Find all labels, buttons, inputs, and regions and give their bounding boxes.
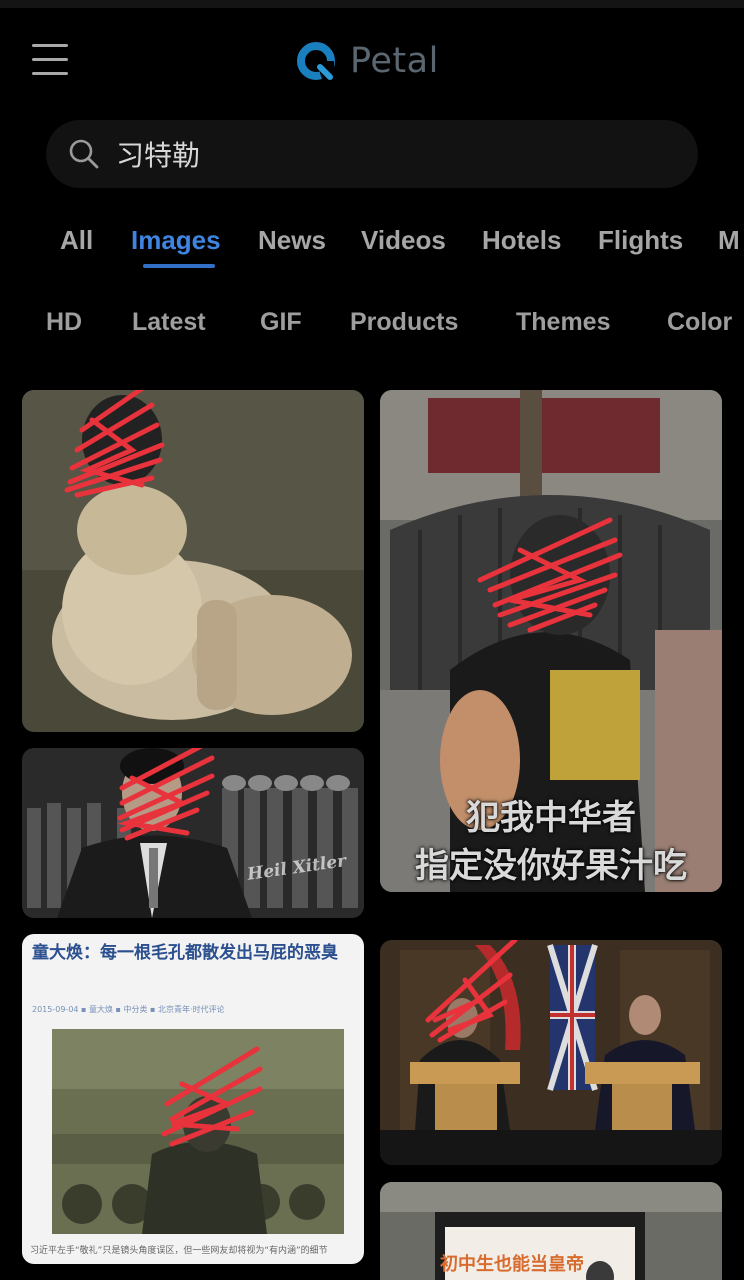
image-caption-line-2: 指定没你好果汁吃: [415, 846, 687, 886]
filter-themes[interactable]: Themes: [516, 300, 610, 344]
image-thumbnail: [22, 748, 364, 918]
image-caption-line-1: 犯我中华者: [466, 798, 636, 838]
search-icon[interactable]: [68, 138, 100, 170]
tab-all[interactable]: All: [60, 218, 93, 262]
image-thumbnail: [380, 940, 722, 1165]
tab-more[interactable]: M: [718, 218, 740, 262]
filter-latest[interactable]: Latest: [132, 300, 206, 344]
filter-color[interactable]: Color: [667, 300, 732, 344]
filter-gif[interactable]: GIF: [260, 300, 302, 344]
tab-news[interactable]: News: [258, 218, 326, 262]
image-thumbnail: [52, 1029, 344, 1234]
image-result-3[interactable]: Heil Xitler: [22, 748, 364, 918]
active-tab-indicator: [143, 264, 215, 268]
tab-images[interactable]: Images: [131, 218, 221, 262]
search-input[interactable]: 习特勒: [116, 134, 200, 174]
app-name: Petal: [350, 41, 439, 81]
status-bar-strip: [0, 0, 744, 8]
filter-hd[interactable]: HD: [46, 300, 82, 344]
image-banner-text: 初中生也能当皇帝: [440, 1254, 584, 1275]
header: Petal: [0, 8, 744, 108]
search-tabs: All Images News Videos Hotels Flights M: [0, 218, 744, 274]
image-result-6[interactable]: 初中生也能当皇帝: [380, 1182, 722, 1280]
search-bar[interactable]: 习特勒: [46, 120, 698, 188]
tab-videos[interactable]: Videos: [361, 218, 446, 262]
article-caption: 习近平左手“敬礼”只是镜头角度误区，但一些网友却将视为“有内涵”的细节: [30, 1246, 328, 1256]
image-result-2[interactable]: 犯我中华者 指定没你好果汁吃: [380, 390, 722, 892]
petal-logo[interactable]: Petal: [294, 38, 439, 84]
petal-logo-icon: [297, 42, 335, 80]
image-result-5[interactable]: [380, 940, 722, 1165]
filter-products[interactable]: Products: [350, 300, 458, 344]
image-filters: HD Latest GIF Products Themes Color: [0, 300, 744, 344]
tab-flights[interactable]: Flights: [598, 218, 683, 262]
tab-hotels[interactable]: Hotels: [482, 218, 561, 262]
image-result-1[interactable]: [22, 390, 364, 732]
image-result-4[interactable]: 童大焕：每一根毛孔都散发出马屁的恶臭 2015-09-04 ▪ 童大焕 ▪ 中分…: [22, 934, 364, 1264]
image-thumbnail: [22, 390, 364, 732]
hamburger-menu-icon[interactable]: [32, 44, 68, 78]
